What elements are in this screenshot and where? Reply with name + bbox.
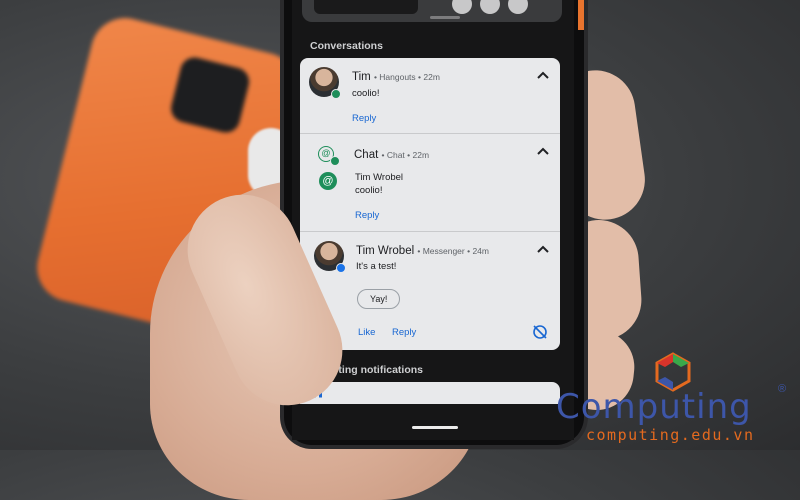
phone-power-button xyxy=(578,0,584,30)
conversation-notification[interactable]: Tim • Hangouts • 22m coolio! Reply xyxy=(300,58,560,134)
message-text: coolio! xyxy=(352,88,380,99)
reply-button[interactable]: Reply xyxy=(352,113,376,124)
watermark-wordmark: Computing xyxy=(556,387,752,427)
message-text: coolio! xyxy=(355,185,383,196)
chat-badge-icon xyxy=(330,156,340,166)
smart-reply-chip[interactable]: Yay! xyxy=(357,289,401,309)
media-tile[interactable] xyxy=(314,0,418,14)
bubble-off-icon[interactable] xyxy=(532,324,548,340)
sender-name: Tim Wrobel xyxy=(356,245,415,257)
sender-name: Tim xyxy=(352,71,371,83)
watermark-url: computing.edu.vn xyxy=(586,426,755,444)
chevron-up-icon[interactable] xyxy=(536,146,550,156)
conversation-notification[interactable]: @ Chat • Chat • 22m @ Tim Wrobel coolio!… xyxy=(300,134,560,232)
quick-setting-toggle[interactable] xyxy=(508,0,528,14)
like-button[interactable]: Like xyxy=(358,327,375,338)
notification-meta: • Hangouts • 22m xyxy=(373,72,440,82)
quick-setting-toggle[interactable] xyxy=(452,0,472,14)
notification-meta: • Chat • 22m xyxy=(381,150,430,160)
notification-meta: • Messenger • 24m xyxy=(417,246,489,256)
hangouts-badge-icon xyxy=(331,89,341,99)
sender-name: Tim Wrobel xyxy=(355,172,404,183)
drag-handle[interactable] xyxy=(430,16,460,19)
chat-at-icon: @ xyxy=(319,172,337,190)
app-name: Chat xyxy=(354,149,379,161)
registered-mark: ® xyxy=(778,383,787,395)
section-title-conversations: Conversations xyxy=(310,40,383,52)
reply-button[interactable]: Reply xyxy=(392,327,416,338)
gesture-navigation-bar[interactable] xyxy=(412,426,458,429)
messenger-badge-icon xyxy=(336,263,346,273)
quick-setting-toggle[interactable] xyxy=(480,0,500,14)
alerting-notification[interactable] xyxy=(300,382,560,404)
chevron-up-icon[interactable] xyxy=(536,70,550,80)
reply-button[interactable]: Reply xyxy=(355,210,379,221)
computing-logo-icon xyxy=(655,352,691,392)
chevron-up-icon[interactable] xyxy=(536,244,550,254)
quick-settings-panel xyxy=(302,0,562,22)
message-text: It's a test! xyxy=(356,261,397,272)
camera-module xyxy=(168,54,253,136)
